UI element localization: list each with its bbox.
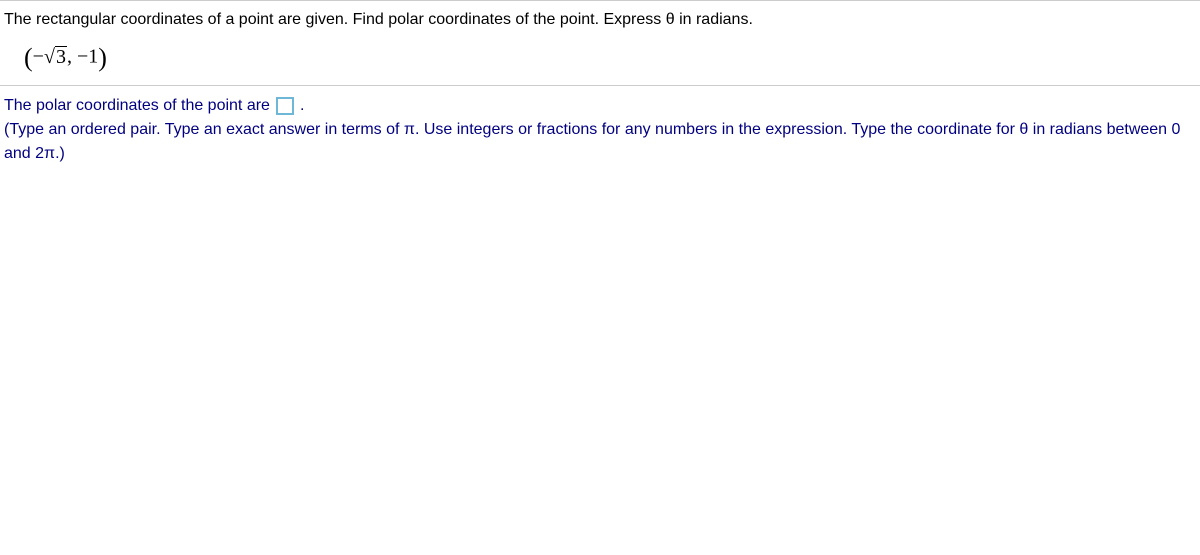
answer-line: The polar coordinates of the point are . xyxy=(4,94,1196,118)
point-coordinates: (−√3, −1) xyxy=(24,43,1196,73)
sqrt-expression: √3 xyxy=(44,46,67,69)
separator-and-y: , −1 xyxy=(67,46,98,68)
close-paren: ) xyxy=(98,43,107,72)
question-prompt: The rectangular coordinates of a point a… xyxy=(4,9,1196,31)
answer-section: The polar coordinates of the point are .… xyxy=(0,86,1200,174)
sqrt-icon: √ xyxy=(44,46,55,68)
answer-period: . xyxy=(300,94,304,118)
question-section: The rectangular coordinates of a point a… xyxy=(0,0,1200,86)
answer-lead-text: The polar coordinates of the point are xyxy=(4,94,270,118)
sqrt-argument: 3 xyxy=(55,46,67,67)
answer-input[interactable] xyxy=(276,97,294,115)
open-paren: ( xyxy=(24,43,33,72)
answer-instruction: (Type an ordered pair. Type an exact ans… xyxy=(4,118,1196,166)
minus-sign: − xyxy=(33,46,44,68)
